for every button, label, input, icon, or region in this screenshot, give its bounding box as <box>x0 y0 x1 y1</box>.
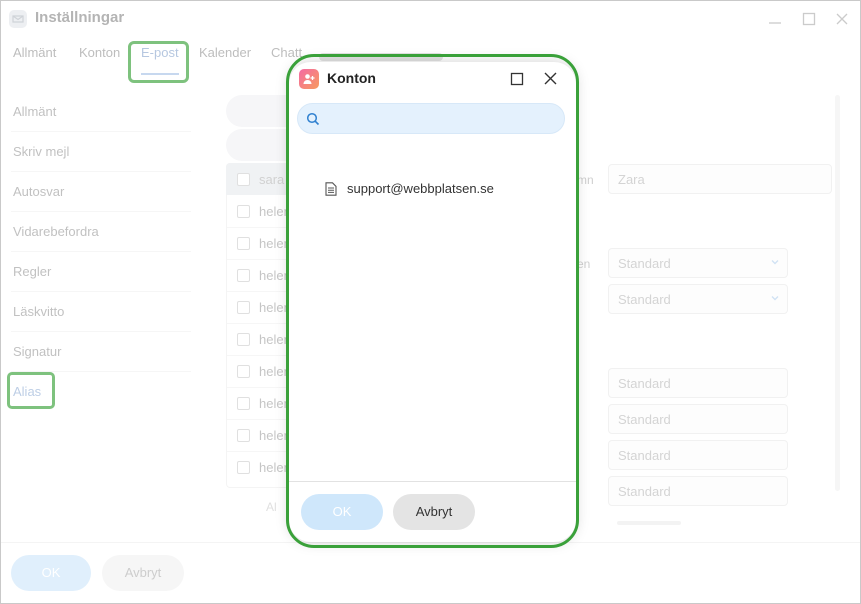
dialog-highlight <box>286 54 579 548</box>
